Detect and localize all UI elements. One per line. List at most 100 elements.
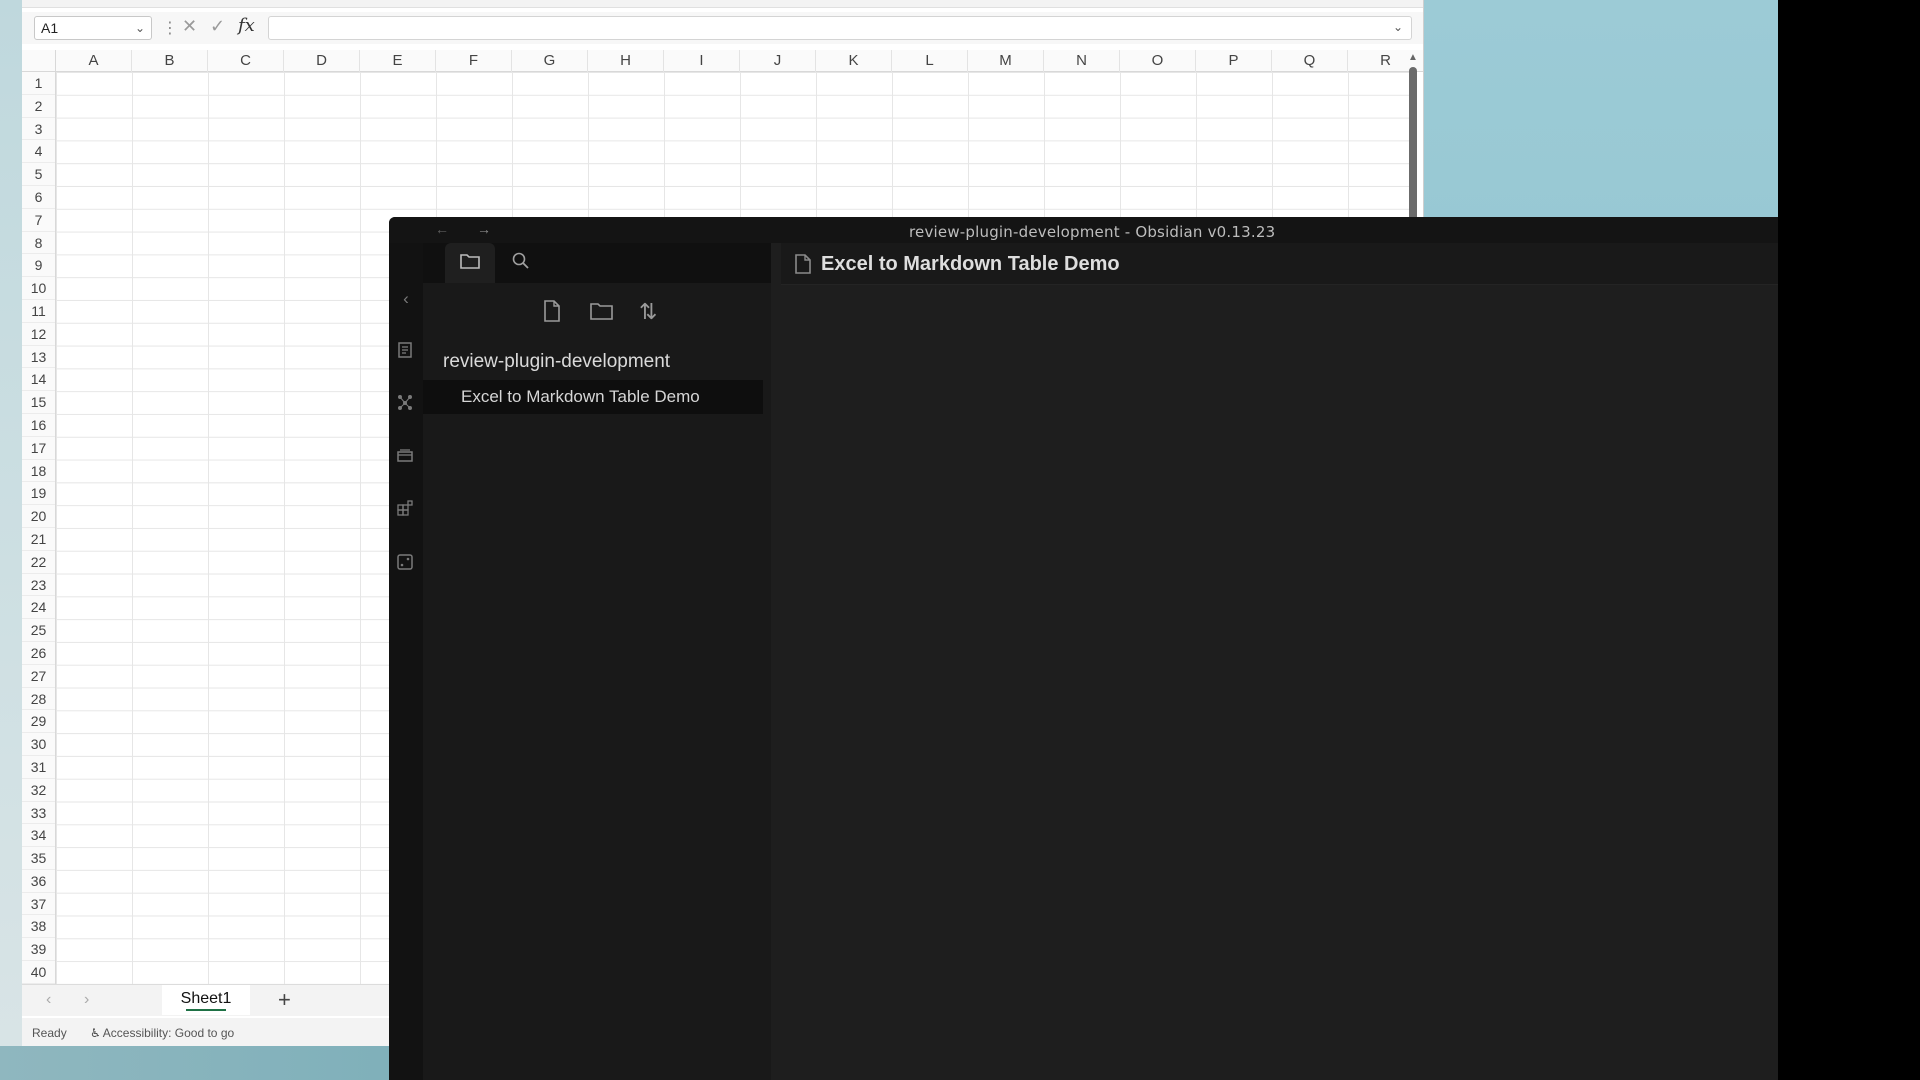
row-header[interactable]: 13 (22, 346, 55, 369)
new-note-icon[interactable] (541, 299, 563, 323)
row-header[interactable]: 29 (22, 710, 55, 734)
row-header[interactable]: 37 (22, 893, 55, 916)
column-header[interactable]: E (360, 50, 436, 72)
column-header[interactable]: C (208, 50, 284, 72)
row-header[interactable]: 25 (22, 619, 55, 642)
scroll-up-icon[interactable]: ▲ (1408, 52, 1418, 63)
row-header[interactable]: 19 (22, 482, 55, 506)
row-header[interactable]: 15 (22, 391, 55, 414)
row-header[interactable]: 32 (22, 779, 55, 802)
column-header[interactable]: A (56, 50, 132, 72)
name-box[interactable]: A1 ⌄ (34, 16, 152, 40)
row-header[interactable]: 35 (22, 847, 55, 870)
confirm-entry-icon[interactable]: ✓ (210, 16, 225, 37)
row-header[interactable]: 28 (22, 688, 55, 711)
column-header[interactable]: K (816, 50, 892, 72)
row-header[interactable]: 40 (22, 961, 55, 984)
column-header[interactable]: I (664, 50, 740, 72)
taskbar-strip (0, 1046, 400, 1080)
row-header[interactable]: 30 (22, 733, 55, 756)
column-header[interactable]: N (1044, 50, 1120, 72)
formula-input[interactable]: ⌄ (268, 16, 1412, 40)
row-header[interactable]: 26 (22, 642, 55, 665)
nav-back-icon[interactable]: ← (435, 221, 449, 237)
open-quick-switcher-icon[interactable] (396, 341, 416, 361)
column-header[interactable]: Q (1272, 50, 1348, 72)
chevron-right-icon[interactable]: › (84, 991, 89, 1009)
add-sheet-button[interactable]: + (278, 987, 291, 1013)
vertical-scrollbar[interactable]: ▲ (1408, 52, 1418, 227)
row-header[interactable]: 8 (22, 232, 55, 255)
open-today-icon[interactable] (396, 447, 416, 467)
row-headers: 1 2 3 4 5 6 7 8 9 10 11 12 13 14 15 16 17 18 19 20 21 22 23 24 2… (22, 72, 56, 984)
row-header[interactable]: 24 (22, 596, 55, 620)
tab-file-explorer[interactable] (445, 243, 495, 283)
sheet-tab[interactable]: Sheet1 (162, 985, 250, 1015)
file-item[interactable]: Excel to Markdown Table Demo (423, 380, 763, 414)
sheet-tab-label: Sheet1 (180, 990, 232, 1007)
editor-pane[interactable]: Excel to Markdown Table Demo (781, 243, 1778, 1080)
select-all-corner[interactable] (22, 50, 56, 72)
row-header[interactable]: 22 (22, 551, 55, 574)
row-header[interactable]: 6 (22, 186, 55, 209)
row-header[interactable]: 2 (22, 95, 55, 118)
sort-icon[interactable]: ⇅ (639, 299, 657, 325)
row-header[interactable]: 27 (22, 665, 55, 688)
row-header[interactable]: 33 (22, 802, 55, 825)
row-header[interactable]: 10 (22, 277, 55, 300)
row-header[interactable]: 31 (22, 756, 55, 779)
ribbon: ‹ (389, 243, 423, 1080)
column-header[interactable]: H (588, 50, 664, 72)
row-header[interactable]: 4 (22, 140, 55, 164)
row-header[interactable]: 36 (22, 870, 55, 893)
column-header[interactable]: J (740, 50, 816, 72)
graph-view-icon[interactable] (396, 393, 416, 413)
note-title[interactable]: Excel to Markdown Table Demo (821, 253, 1120, 276)
tab-search[interactable] (511, 251, 531, 271)
column-header[interactable]: P (1196, 50, 1272, 72)
column-header[interactable]: F (436, 50, 512, 72)
column-header[interactable]: O (1120, 50, 1196, 72)
row-header[interactable]: 1 (22, 72, 55, 95)
row-header[interactable]: 23 (22, 574, 55, 597)
insert-function-button[interactable]: fx (238, 15, 255, 36)
folder-icon (459, 251, 481, 271)
chevron-left-icon[interactable]: ‹ (46, 991, 51, 1009)
vault-name[interactable]: review-plugin-development (443, 351, 670, 373)
row-header[interactable]: 39 (22, 938, 55, 962)
row-header[interactable]: 34 (22, 824, 55, 848)
row-header[interactable]: 14 (22, 368, 55, 392)
column-header[interactable]: G (512, 50, 588, 72)
row-header[interactable]: 9 (22, 254, 55, 278)
column-header[interactable]: L (892, 50, 968, 72)
scrollbar-thumb[interactable] (1409, 67, 1417, 227)
view-header: Excel to Markdown Table Demo (781, 243, 1778, 285)
collapse-sidebar-icon[interactable]: ‹ (396, 289, 416, 309)
nav-forward-icon[interactable]: → (477, 221, 491, 237)
accessibility-status[interactable]: ♿ Accessibility: Good to go (90, 1026, 234, 1040)
row-header[interactable]: 18 (22, 460, 55, 483)
obsidian-titlebar: ← → review-plugin-development - Obsidian… (389, 217, 1778, 243)
new-folder-icon[interactable] (589, 299, 615, 323)
row-header[interactable]: 12 (22, 323, 55, 346)
row-header[interactable]: 7 (22, 209, 55, 232)
row-header[interactable]: 38 (22, 915, 55, 939)
chevron-down-icon[interactable]: ⌄ (135, 17, 145, 39)
active-tab-underline (186, 1009, 226, 1011)
cancel-entry-icon[interactable]: ✕ (182, 16, 197, 37)
more-options-icon[interactable]: ⋮ (162, 18, 178, 38)
formula-bar: A1 ⌄ ⋮ ✕ ✓ fx ⌄ (22, 12, 1423, 44)
column-header[interactable]: D (284, 50, 360, 72)
row-header[interactable]: 11 (22, 300, 55, 323)
row-header[interactable]: 20 (22, 505, 55, 528)
column-header[interactable]: B (132, 50, 208, 72)
row-header[interactable]: 21 (22, 528, 55, 551)
random-note-icon[interactable] (396, 553, 416, 573)
column-header[interactable]: M (968, 50, 1044, 72)
expand-formula-bar-icon[interactable]: ⌄ (1393, 20, 1403, 34)
row-header[interactable]: 17 (22, 437, 55, 460)
row-header[interactable]: 16 (22, 414, 55, 437)
row-header[interactable]: 5 (22, 163, 55, 186)
insert-template-icon[interactable] (396, 499, 416, 519)
row-header[interactable]: 3 (22, 118, 55, 141)
